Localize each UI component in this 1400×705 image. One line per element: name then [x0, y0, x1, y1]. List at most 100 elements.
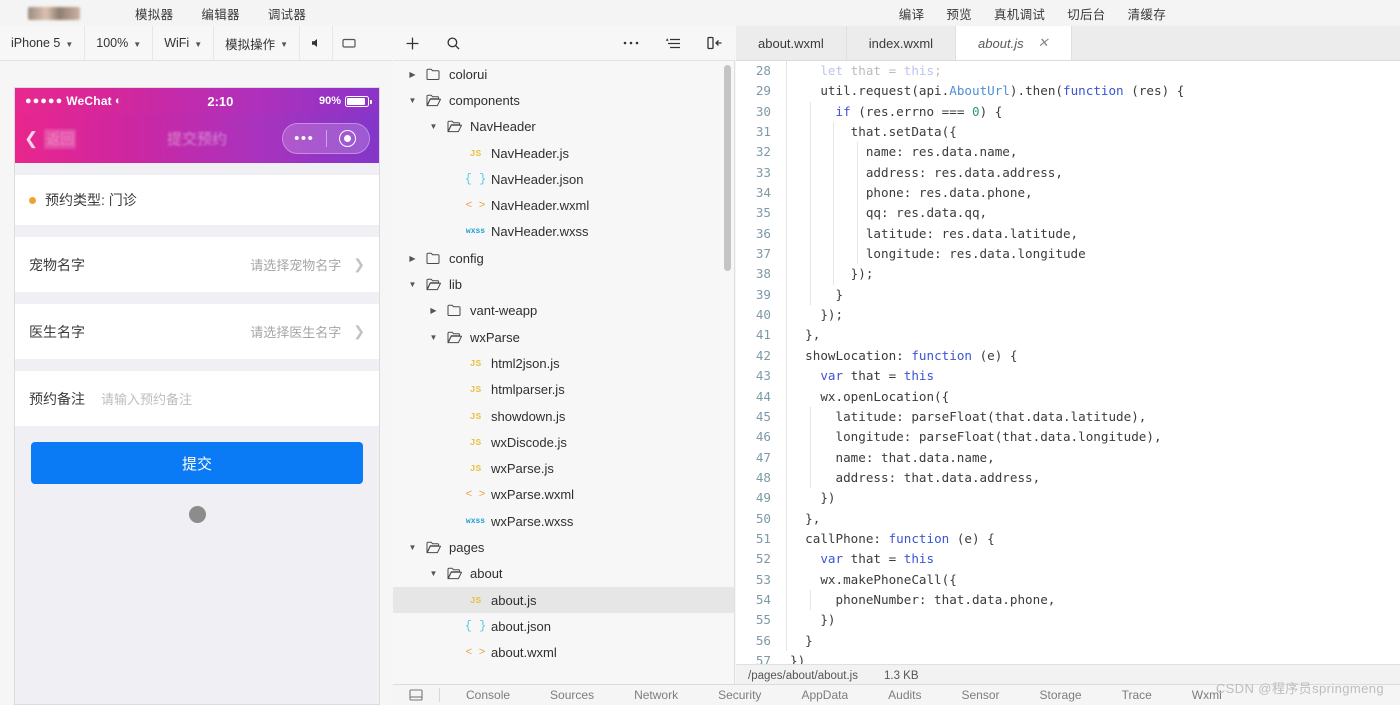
wechat-capsule[interactable]: ••• — [282, 123, 370, 154]
zoom-select[interactable]: 100% ▼ — [85, 25, 154, 61]
editor-tab-about-wxml[interactable]: about.wxml — [736, 26, 847, 60]
simulate-action-select[interactable]: 模拟操作 ▼ — [214, 25, 301, 61]
devtools-tab-sources[interactable]: Sources — [530, 688, 614, 702]
file-tree-item-navheader[interactable]: ▼ NavHeader — [393, 114, 734, 140]
file-tree-item-navheader-wxss[interactable]: ▶wxssNavHeader.wxss — [393, 219, 734, 245]
search-icon[interactable] — [446, 36, 461, 51]
chevron-right-icon[interactable]: ▶ — [428, 306, 439, 315]
indent-guides — [782, 630, 790, 651]
pet-name-row[interactable]: 宠物名字 请选择宠物名字 ❯ — [29, 237, 365, 292]
capsule-close-icon[interactable] — [327, 130, 370, 147]
ellipsis-icon[interactable] — [623, 40, 639, 46]
dock-panel-icon[interactable] — [399, 689, 433, 701]
doctor-name-row[interactable]: 医生名字 请选择医生名字 ❯ — [29, 304, 365, 359]
rotate-screen-icon[interactable] — [332, 25, 364, 61]
sort-list-icon[interactable] — [665, 37, 681, 50]
chevron-down-icon[interactable]: ▼ — [428, 333, 439, 342]
file-tree-item-colorui[interactable]: ▶ colorui — [393, 61, 734, 87]
battery-icon — [345, 95, 372, 107]
line-number: 43 — [755, 368, 771, 384]
editor-tab-index-wxml[interactable]: index.wxml — [846, 26, 957, 60]
chevron-down-icon[interactable]: ▼ — [428, 569, 439, 578]
file-tree-item-components[interactable]: ▼ components — [393, 87, 734, 113]
editor-tab-about-js[interactable]: about.js ✕ — [956, 26, 1072, 60]
file-tree-item-htmlparser-js[interactable]: ▶JShtmlparser.js — [393, 377, 734, 403]
file-tree-item-about-wxml[interactable]: ▶< >about.wxml — [393, 640, 734, 666]
indent-guides — [782, 122, 834, 143]
devtools-tab-network[interactable]: Network — [614, 688, 698, 702]
note-row[interactable]: 预约备注 请输入预约备注 — [29, 371, 365, 426]
top-menu-preview[interactable]: 预览 — [946, 4, 972, 23]
file-tree-item-wxparse-js[interactable]: ▶JSwxParse.js — [393, 455, 734, 481]
file-tree-item-navheader-json[interactable]: ▶{ }NavHeader.json — [393, 166, 734, 192]
file-tree-item-wxparse[interactable]: ▼ wxParse — [393, 324, 734, 350]
code-line: 44 wx.openLocation({ — [736, 386, 1400, 407]
file-tree-item-lib[interactable]: ▼ lib — [393, 271, 734, 297]
devtools-tab-appdata[interactable]: AppData — [781, 688, 868, 702]
code-text: var that = this — [820, 368, 935, 384]
file-tree-item-wxdiscode-js[interactable]: ▶JSwxDiscode.js — [393, 429, 734, 455]
top-menu-remote-debug[interactable]: 真机调试 — [994, 4, 1045, 23]
submit-button[interactable]: 提交 — [31, 442, 363, 484]
devtools-tab-security[interactable]: Security — [698, 688, 781, 702]
devtools-tab-audits[interactable]: Audits — [868, 688, 941, 702]
top-menu-editor[interactable]: 编辑器 — [201, 4, 239, 23]
file-tree-item-wxparse-wxml[interactable]: ▶< >wxParse.wxml — [393, 482, 734, 508]
file-tree-panel[interactable]: ▶ colorui ▼ components ▼ NavHeader ▶ JS NavHeade… — [393, 61, 735, 684]
wechat-devtools-window: 模拟器 编辑器 调试器 编译 预览 真机调试 切后台 清缓存 iPhone 5 … — [0, 0, 1400, 705]
line-number: 39 — [755, 286, 771, 302]
chevron-down-icon[interactable]: ▼ — [407, 543, 418, 552]
devtools-tab-sensor[interactable]: Sensor — [942, 688, 1020, 702]
network-select[interactable]: WiFi ▼ — [153, 25, 215, 61]
device-select[interactable]: iPhone 5 ▼ — [0, 25, 86, 61]
appointment-type-card: 预约类型: 门诊 — [15, 175, 379, 225]
top-menu-clear-cache[interactable]: 清缓存 — [1128, 4, 1166, 23]
indent-guides — [782, 651, 790, 664]
home-indicator[interactable] — [188, 506, 206, 523]
chevron-down-icon[interactable]: ▼ — [407, 96, 418, 105]
code-text: } — [790, 286, 844, 302]
top-menu-simulator[interactable]: 模拟器 — [135, 4, 173, 23]
file-tree-scrollbar[interactable] — [724, 65, 731, 271]
file-tree-item-vant-weapp[interactable]: ▶ vant-weapp — [393, 298, 734, 324]
zoom-select-value: 100% — [96, 36, 129, 50]
chevron-down-icon[interactable]: ▼ — [428, 122, 439, 131]
chevron-right-icon[interactable]: ▶ — [407, 70, 418, 79]
plus-icon[interactable] — [405, 36, 420, 51]
doctor-name-value: 请选择医生名字 — [250, 325, 342, 340]
chevron-right-icon[interactable]: ▶ — [407, 254, 418, 263]
collapse-panel-icon[interactable] — [707, 36, 723, 50]
devtools-tab-console[interactable]: Console — [446, 688, 530, 702]
code-editor[interactable]: 28 let that = this; 29 util.request(api.A… — [736, 61, 1400, 664]
file-tree-item-label: NavHeader.json — [491, 171, 584, 187]
line-number: 57 — [755, 652, 771, 664]
file-tree-item-navheader-wxml[interactable]: ▶< >NavHeader.wxml — [393, 192, 734, 218]
editor-tab-label: about.js — [978, 35, 1024, 51]
devtools-tab-storage[interactable]: Storage — [1020, 688, 1102, 702]
indent-guides — [782, 345, 790, 367]
folder-open-icon — [424, 541, 443, 554]
file-tree-item-pages[interactable]: ▼ pages — [393, 534, 734, 560]
file-tree-item-config[interactable]: ▶ config — [393, 245, 734, 271]
nav-back-button[interactable]: ❮ 返回 — [24, 128, 77, 149]
top-menu-background[interactable]: 切后台 — [1067, 4, 1105, 23]
close-icon[interactable]: ✕ — [1038, 35, 1049, 51]
note-input[interactable]: 请输入预约备注 — [101, 389, 192, 408]
chevron-down-icon[interactable]: ▼ — [407, 280, 418, 289]
file-tree-item-html2json-js[interactable]: ▶JShtml2json.js — [393, 350, 734, 376]
top-menu-compile[interactable]: 编译 — [899, 4, 925, 23]
devtools-tab-trace[interactable]: Trace — [1102, 688, 1172, 702]
code-text: }, — [790, 327, 821, 343]
file-tree-item-showdown-js[interactable]: ▶JSshowdown.js — [393, 403, 734, 429]
file-tree-list: ▶ colorui ▼ components ▼ NavHeader ▶ JS NavHeade… — [393, 61, 734, 666]
folder-open-icon — [445, 567, 464, 580]
top-menu-debugger[interactable]: 调试器 — [268, 4, 306, 23]
file-tree-item-about-js[interactable]: ▶JSabout.js — [393, 586, 734, 614]
file-tree-item-about[interactable]: ▼ about — [393, 561, 734, 587]
speaker-icon[interactable] — [300, 26, 332, 61]
chevron-down-icon: ▼ — [280, 39, 289, 49]
file-tree-item-about-json[interactable]: ▶{ }about.json — [393, 613, 734, 639]
indent-guides — [782, 244, 858, 265]
file-tree-item-navheader-js[interactable]: ▶JSNavHeader.js — [393, 140, 734, 166]
file-tree-item-wxparse-wxss[interactable]: ▶wxsswxParse.wxss — [393, 508, 734, 534]
